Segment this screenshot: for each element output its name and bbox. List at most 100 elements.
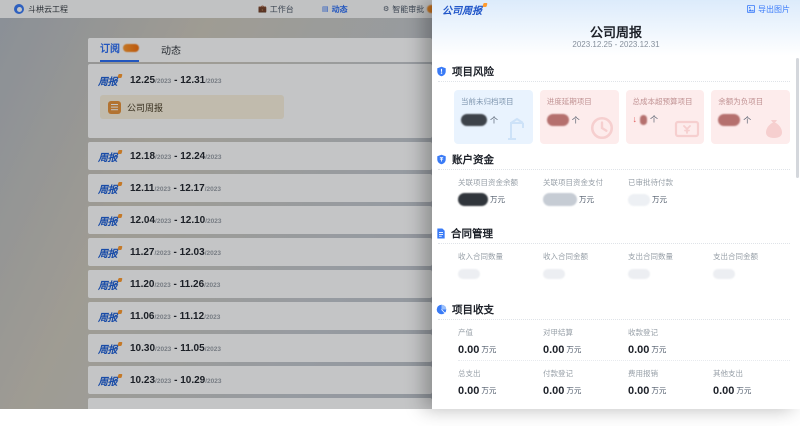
feed-tabbar: 订阅 动态 — [88, 38, 432, 62]
app-name: 斗栱云工程 — [28, 4, 68, 15]
export-image-button[interactable]: 导出图片 — [747, 4, 790, 15]
briefcase-icon: 💼 — [258, 6, 267, 13]
report-item[interactable]: 周报 10.30/2023 - 11.05/2023 — [88, 334, 432, 362]
stat-fund-balance: 关联项目资金余额 万元 — [458, 177, 543, 206]
weekly-report-tag: 周报 — [98, 181, 122, 196]
stat-total-expense: 总支出 0.00万元 — [458, 368, 543, 397]
report-date-range: 12.25/2023 - 12.31/2023 — [130, 75, 222, 86]
section-contracts: 合同管理 收入合同数量 收入合同金额 支出合同数量 支出合同金额 — [436, 225, 792, 294]
risk-card-delayed: 进度延期项目 个 — [540, 90, 619, 144]
section-title: 项目收支 — [452, 302, 494, 317]
money-bag-icon — [762, 117, 786, 141]
stat-output-value: 产值 0.00万元 — [458, 327, 543, 356]
stat-fund-payment: 关联项目资金支付 万元 — [543, 177, 628, 206]
banknote-icon — [674, 117, 700, 141]
feed-icon: ▤ — [322, 6, 329, 13]
section-title: 合同管理 — [451, 226, 493, 241]
stat-other-expense: 其他支出 0.00万元 — [713, 368, 798, 397]
stat-expense-reimbursement: 费用报销 0.00万元 — [628, 368, 713, 397]
company-weekly-report-link[interactable]: 公司周报 — [100, 95, 284, 119]
weekly-report-tag: 周报 — [98, 149, 122, 164]
logo-accent — [483, 3, 488, 7]
stat-party-a-settlement: 对甲结算 0.00万元 — [543, 327, 628, 356]
report-title: 公司周报 — [432, 22, 800, 41]
section-project-balance: 项目收支 产值 0.00万元 对甲结算 0.00万元 收款登记 0.00万元 — [436, 301, 792, 409]
tag-accent — [118, 182, 123, 186]
report-item[interactable]: 周报 11.06/2023 - 11.12/2023 — [88, 302, 432, 330]
drawer-scrollbar[interactable] — [796, 58, 799, 178]
pie-chart-icon — [436, 304, 447, 315]
report-item[interactable]: 周报 11.27/2023 - 12.03/2023 — [88, 238, 432, 266]
document-icon — [108, 101, 121, 114]
tag-accent — [118, 278, 123, 282]
tag-accent — [118, 374, 123, 378]
tower-crane-icon — [505, 117, 529, 141]
shield-money-icon — [436, 154, 447, 165]
stat-approved-pending: 已审批待付款 万元 — [628, 177, 713, 206]
risk-card-negative-balance: 余额为负项目 个 — [711, 90, 790, 144]
weekly-report-tag: 周报 — [98, 277, 122, 292]
stat-expense-contract-amount: 支出合同金额 — [713, 251, 798, 280]
stat-income-contract-count: 收入合同数量 — [458, 251, 543, 280]
redacted-value — [543, 269, 565, 279]
section-title: 项目风险 — [452, 64, 494, 79]
report-item-expanded[interactable]: 周报 12.25/2023 - 12.31/2023 公司周报 — [88, 64, 432, 138]
tag-accent — [118, 246, 123, 250]
report-item[interactable]: 周报 12.18/2023 - 12.24/2023 — [88, 142, 432, 170]
redacted-value — [458, 269, 480, 279]
redacted-value — [718, 114, 740, 126]
risk-card-unarchived: 当前未归档项目 个 — [454, 90, 533, 144]
tag-accent — [118, 342, 123, 346]
tag-accent — [118, 310, 123, 314]
report-body: 项目风险 当前未归档项目 个 进度延期项目 个 总成本超预算项目 ↓个 — [432, 56, 800, 409]
drawer-logo: 公司周报 — [442, 2, 487, 17]
section-title: 账户资金 — [452, 152, 494, 167]
clock-icon — [589, 115, 615, 141]
app-brand[interactable]: 斗栱云工程 — [14, 4, 68, 15]
weekly-report-tag: 周报 — [98, 373, 122, 388]
report-item[interactable]: 周报 12.11/2023 - 12.17/2023 — [88, 174, 432, 202]
redacted-value — [640, 115, 647, 125]
redacted-value — [547, 114, 569, 126]
tag-accent — [118, 214, 123, 218]
tab-activity[interactable]: 动态 — [161, 42, 181, 62]
weekly-report-tag: 周报 — [98, 309, 122, 324]
stat-expense-contract-count: 支出合同数量 — [628, 251, 713, 280]
contract-file-icon — [436, 228, 446, 239]
redacted-value — [713, 269, 735, 279]
report-item-clipped[interactable] — [88, 398, 432, 426]
stat-receipt-registration: 收款登记 0.00万元 — [628, 327, 713, 356]
subscribed-badge — [123, 44, 139, 52]
redacted-value — [628, 194, 650, 206]
tag-accent — [118, 74, 123, 78]
redacted-value — [458, 193, 488, 206]
redacted-value — [628, 269, 650, 279]
section-project-risk: 项目风险 当前未归档项目 个 进度延期项目 个 总成本超预算项目 ↓个 — [436, 63, 792, 144]
shield-alert-icon — [436, 66, 447, 77]
robot-icon: ⚙ — [383, 6, 389, 13]
section-account-funds: 账户资金 关联项目资金余额 万元 关联项目资金支付 万元 已审批待付款 万元 — [436, 151, 792, 218]
nav-item-feed[interactable]: ▤ 动态 — [322, 0, 348, 18]
weekly-report-tag: 周报 — [98, 73, 122, 88]
stat-payment-registration: 付款登记 0.00万元 — [543, 368, 628, 397]
down-arrow: ↓ — [633, 115, 638, 124]
feed-panel: 订阅 动态 周报 12.25/2023 - 12.31/2023 公司周报 周报 — [88, 38, 432, 409]
app-logo-icon — [14, 4, 24, 14]
report-date-range: 2023.12.25 - 2023.12.31 — [432, 40, 800, 49]
image-icon — [747, 5, 755, 13]
weekly-report-tag: 周报 — [98, 213, 122, 228]
weekly-report-tag: 周报 — [98, 245, 122, 260]
report-item[interactable]: 周报 10.23/2023 - 10.29/2023 — [88, 366, 432, 394]
redacted-value — [461, 114, 487, 126]
risk-card-over-budget: 总成本超预算项目 ↓个 — [626, 90, 705, 144]
stat-income-contract-amount: 收入合同金额 — [543, 251, 628, 280]
redacted-value — [543, 193, 577, 206]
weekly-report-drawer: 公司周报 导出图片 公司周报 2023.12.25 - 2023.12.31 项… — [432, 0, 800, 409]
weekly-report-tag: 周报 — [98, 341, 122, 356]
report-item[interactable]: 周报 11.20/2023 - 11.26/2023 — [88, 270, 432, 298]
report-item[interactable]: 周报 12.04/2023 - 12.10/2023 — [88, 206, 432, 234]
tag-accent — [118, 150, 123, 154]
nav-item-workbench[interactable]: 💼 工作台 — [258, 0, 294, 18]
report-list: 周报 12.25/2023 - 12.31/2023 公司周报 周报 12.18… — [88, 64, 432, 426]
tab-subscribed[interactable]: 订阅 — [100, 40, 139, 62]
